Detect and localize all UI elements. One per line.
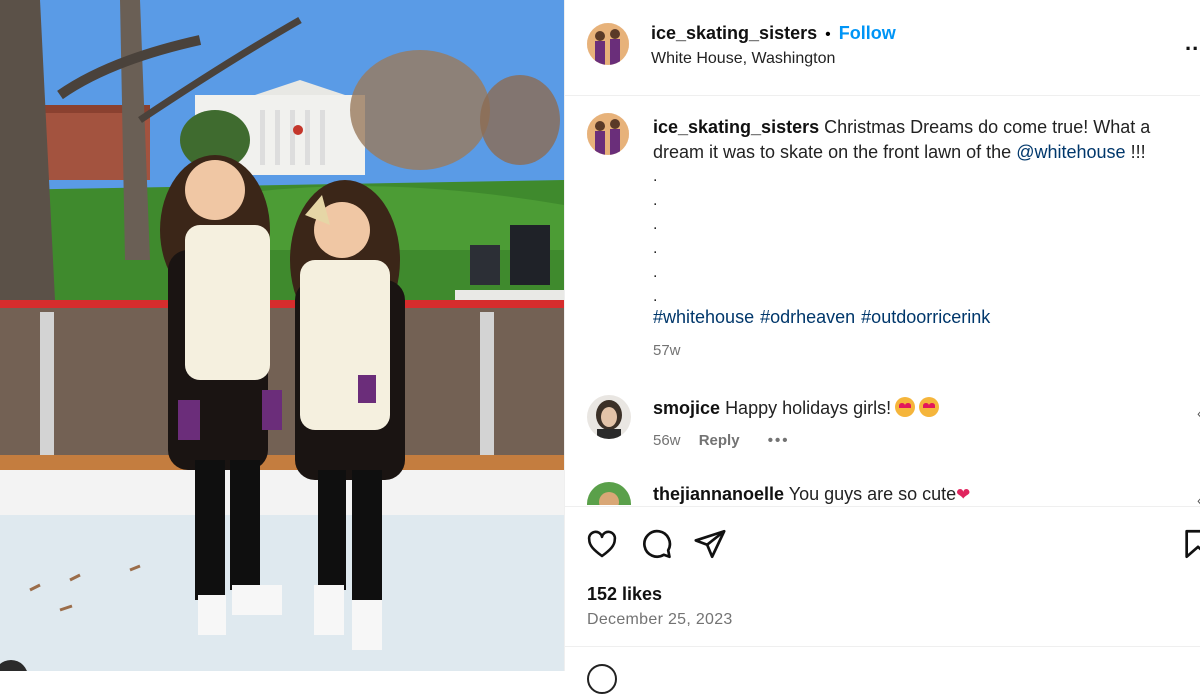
- hashtag-link[interactable]: #odrheaven: [760, 307, 855, 327]
- comment-body: smojice Happy holidays girls!: [653, 397, 940, 419]
- comment-age: 56w: [653, 432, 681, 449]
- commenter-username[interactable]: smojice: [653, 398, 720, 418]
- post-caption: ice_skating_sisters Christmas Dreams do …: [653, 115, 1173, 165]
- author-username[interactable]: ice_skating_sisters: [651, 23, 817, 43]
- hashtag-link[interactable]: #outdoorricerink: [861, 307, 990, 327]
- heart-emoji-icon: ❤: [956, 485, 971, 504]
- heart-eyes-emoji-icon: [919, 397, 940, 417]
- comment-icon[interactable]: [639, 527, 673, 561]
- caption-dot: .: [653, 240, 658, 257]
- caption-mention-link[interactable]: @whitehouse: [1016, 142, 1125, 162]
- commenter-username[interactable]: thejiannanoelle: [653, 484, 784, 504]
- heart-icon[interactable]: [585, 527, 619, 561]
- comment-meta: 56w Reply •••: [653, 432, 790, 449]
- author-avatar[interactable]: [587, 23, 629, 65]
- separator: •: [825, 26, 831, 43]
- reply-button[interactable]: Reply: [699, 432, 740, 449]
- caption-age: 57w: [653, 342, 681, 359]
- emoji-picker-icon[interactable]: [587, 664, 617, 694]
- avatar-image: [587, 23, 629, 65]
- share-icon[interactable]: [693, 527, 727, 561]
- post-photo[interactable]: [0, 0, 564, 671]
- commenter-avatar[interactable]: [587, 482, 631, 505]
- post-actions: 152 likes December 25, 2023: [565, 506, 1200, 647]
- caption-dot: .: [653, 216, 658, 233]
- caption-username[interactable]: ice_skating_sisters: [653, 117, 819, 137]
- hashtag-list: #whitehouse #odrheaven #outdoorricerink: [653, 307, 996, 328]
- commenter-avatar[interactable]: [587, 395, 631, 439]
- comments-scroll-area[interactable]: ice_skating_sisters Christmas Dreams do …: [565, 95, 1200, 505]
- bookmark-icon[interactable]: [1181, 527, 1200, 561]
- caption-avatar[interactable]: [587, 113, 629, 155]
- comment-text: You guys are so cute: [788, 484, 957, 504]
- post-location[interactable]: White House, Washington: [651, 50, 835, 68]
- caption-dot: .: [653, 168, 658, 185]
- avatar-image: [587, 113, 629, 155]
- photo-illustration: [0, 0, 564, 671]
- post-header: ice_skating_sisters • Follow White House, …: [565, 0, 1200, 96]
- comment-options-icon[interactable]: •••: [768, 432, 790, 449]
- likes-count[interactable]: 152 likes: [587, 584, 662, 605]
- hashtag-link[interactable]: #whitehouse: [653, 307, 754, 327]
- divider: [565, 646, 1200, 647]
- avatar-image: [587, 482, 631, 505]
- comment-text: Happy holidays girls!: [725, 398, 892, 418]
- caption-dot: .: [653, 192, 658, 209]
- caption-end: !!!: [1125, 142, 1146, 162]
- header-line: ice_skating_sisters • Follow: [651, 23, 896, 44]
- caption-dot: .: [653, 288, 658, 305]
- post-date: December 25, 2023: [587, 611, 733, 628]
- more-options-icon[interactable]: ...: [1185, 30, 1200, 56]
- heart-eyes-emoji-icon: [895, 397, 916, 417]
- comment-body: thejiannanoelle You guys are so cute❤: [653, 484, 970, 505]
- caption-dot: .: [653, 264, 658, 281]
- post-panel: ice_skating_sisters • Follow White House, …: [564, 0, 1200, 694]
- caption-dots: . . . . . .: [653, 165, 657, 309]
- follow-button[interactable]: Follow: [839, 23, 896, 43]
- avatar-image: [587, 395, 631, 439]
